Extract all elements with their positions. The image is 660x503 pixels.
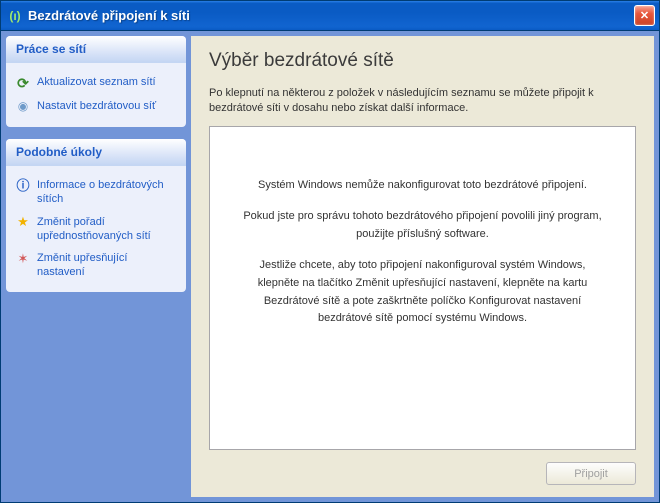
refresh-icon — [15, 75, 31, 91]
panel-related-tasks: Podobné úkoly Informace o bezdrátových s… — [6, 139, 186, 292]
panel-body: Informace o bezdrátových sítích Změnit p… — [6, 166, 186, 292]
window-title: Bezdrátové připojení k síti — [28, 8, 634, 23]
panel-body: Aktualizovat seznam sítí Nastavit bezdrá… — [6, 63, 186, 127]
content-area: Výběr bezdrátové sítě Po klepnutí na něk… — [191, 36, 654, 497]
link-label: Změnit pořadí upřednostňovaných sítí — [37, 215, 177, 244]
settings-icon — [15, 251, 31, 267]
panel-header: Práce se sítí — [6, 36, 186, 63]
link-label: Aktualizovat seznam sítí — [37, 75, 156, 89]
connect-button: Připojit — [546, 462, 636, 485]
description-text: Po klepnutí na některou z položek v násl… — [209, 86, 636, 116]
link-learn-wireless[interactable]: Informace o bezdrátových sítích — [12, 174, 180, 211]
titlebar: (ı) Bezdrátové připojení k síti ✕ — [1, 1, 659, 31]
link-label: Změnit upřesňující nastavení — [37, 251, 177, 280]
window-body: Práce se sítí Aktualizovat seznam sítí N… — [1, 31, 659, 502]
status-message: Jestliže chcete, aby toto připojení nako… — [240, 257, 605, 327]
link-refresh-list[interactable]: Aktualizovat seznam sítí — [12, 71, 180, 95]
wireless-window: (ı) Bezdrátové připojení k síti ✕ Práce … — [0, 0, 660, 503]
wireless-icon: (ı) — [7, 8, 23, 24]
button-row: Připojit — [209, 450, 636, 485]
close-icon: ✕ — [640, 9, 649, 22]
status-message: Pokud jste pro správu tohoto bezdrátovéh… — [240, 208, 605, 243]
link-setup-network[interactable]: Nastavit bezdrátovou síť — [12, 95, 180, 119]
close-button[interactable]: ✕ — [634, 5, 655, 26]
page-title: Výběr bezdrátové sítě — [209, 50, 636, 72]
panel-network-tasks: Práce se sítí Aktualizovat seznam sítí N… — [6, 36, 186, 127]
sidebar: Práce se sítí Aktualizovat seznam sítí N… — [6, 36, 186, 497]
link-label: Nastavit bezdrátovou síť — [37, 99, 156, 113]
link-advanced-settings[interactable]: Změnit upřesňující nastavení — [12, 247, 180, 284]
network-list: Systém Windows nemůže nakonfigurovat tot… — [209, 126, 636, 450]
star-icon — [15, 215, 31, 231]
panel-header: Podobné úkoly — [6, 139, 186, 166]
link-label: Informace o bezdrátových sítích — [37, 178, 177, 207]
info-icon — [15, 178, 31, 194]
link-change-order[interactable]: Změnit pořadí upřednostňovaných sítí — [12, 211, 180, 248]
status-message: Systém Windows nemůže nakonfigurovat tot… — [240, 177, 605, 195]
setup-icon — [15, 99, 31, 115]
